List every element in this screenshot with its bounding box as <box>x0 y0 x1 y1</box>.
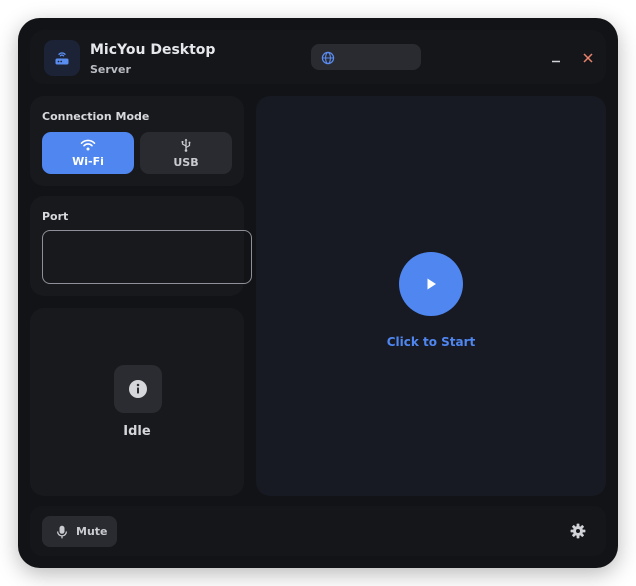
app-subtitle: Server <box>90 63 131 76</box>
info-icon <box>114 365 162 413</box>
wifi-icon <box>80 139 96 150</box>
wifi-mode-button[interactable]: Wi-Fi <box>42 132 134 174</box>
app-title: MicYou Desktop <box>90 42 216 58</box>
router-icon <box>44 40 80 76</box>
gear-icon <box>570 523 586 539</box>
settings-button[interactable] <box>568 521 588 541</box>
minimize-icon <box>552 60 560 63</box>
usb-icon <box>181 138 191 152</box>
connection-mode-label: Connection Mode <box>42 110 150 123</box>
microphone-icon <box>56 525 68 539</box>
title-bar: MicYou Desktop Server <box>30 30 606 84</box>
close-icon <box>583 53 593 63</box>
wifi-mode-label: Wi-Fi <box>72 154 104 168</box>
usb-mode-label: USB <box>173 155 199 169</box>
mute-label: Mute <box>76 525 108 538</box>
mute-button[interactable]: Mute <box>42 516 117 547</box>
bottom-bar: Mute <box>30 506 606 556</box>
start-button[interactable] <box>399 252 463 316</box>
start-hint: Click to Start <box>386 335 476 349</box>
globe-icon <box>321 50 335 69</box>
play-icon <box>427 278 436 290</box>
status-text: Idle <box>123 424 151 439</box>
port-input[interactable] <box>42 230 252 284</box>
usb-mode-button[interactable]: USB <box>140 132 232 174</box>
minimize-button[interactable] <box>546 48 566 68</box>
start-panel: Click to Start <box>256 96 606 496</box>
port-label: Port <box>42 210 69 223</box>
app-window: MicYou Desktop Server Connection Mode Wi… <box>18 18 618 568</box>
connection-mode-card: Connection Mode Wi-Fi USB <box>30 96 244 186</box>
language-selector[interactable] <box>311 44 421 70</box>
close-button[interactable] <box>578 48 598 68</box>
status-card: Idle <box>30 308 244 496</box>
port-card: Port <box>30 196 252 296</box>
